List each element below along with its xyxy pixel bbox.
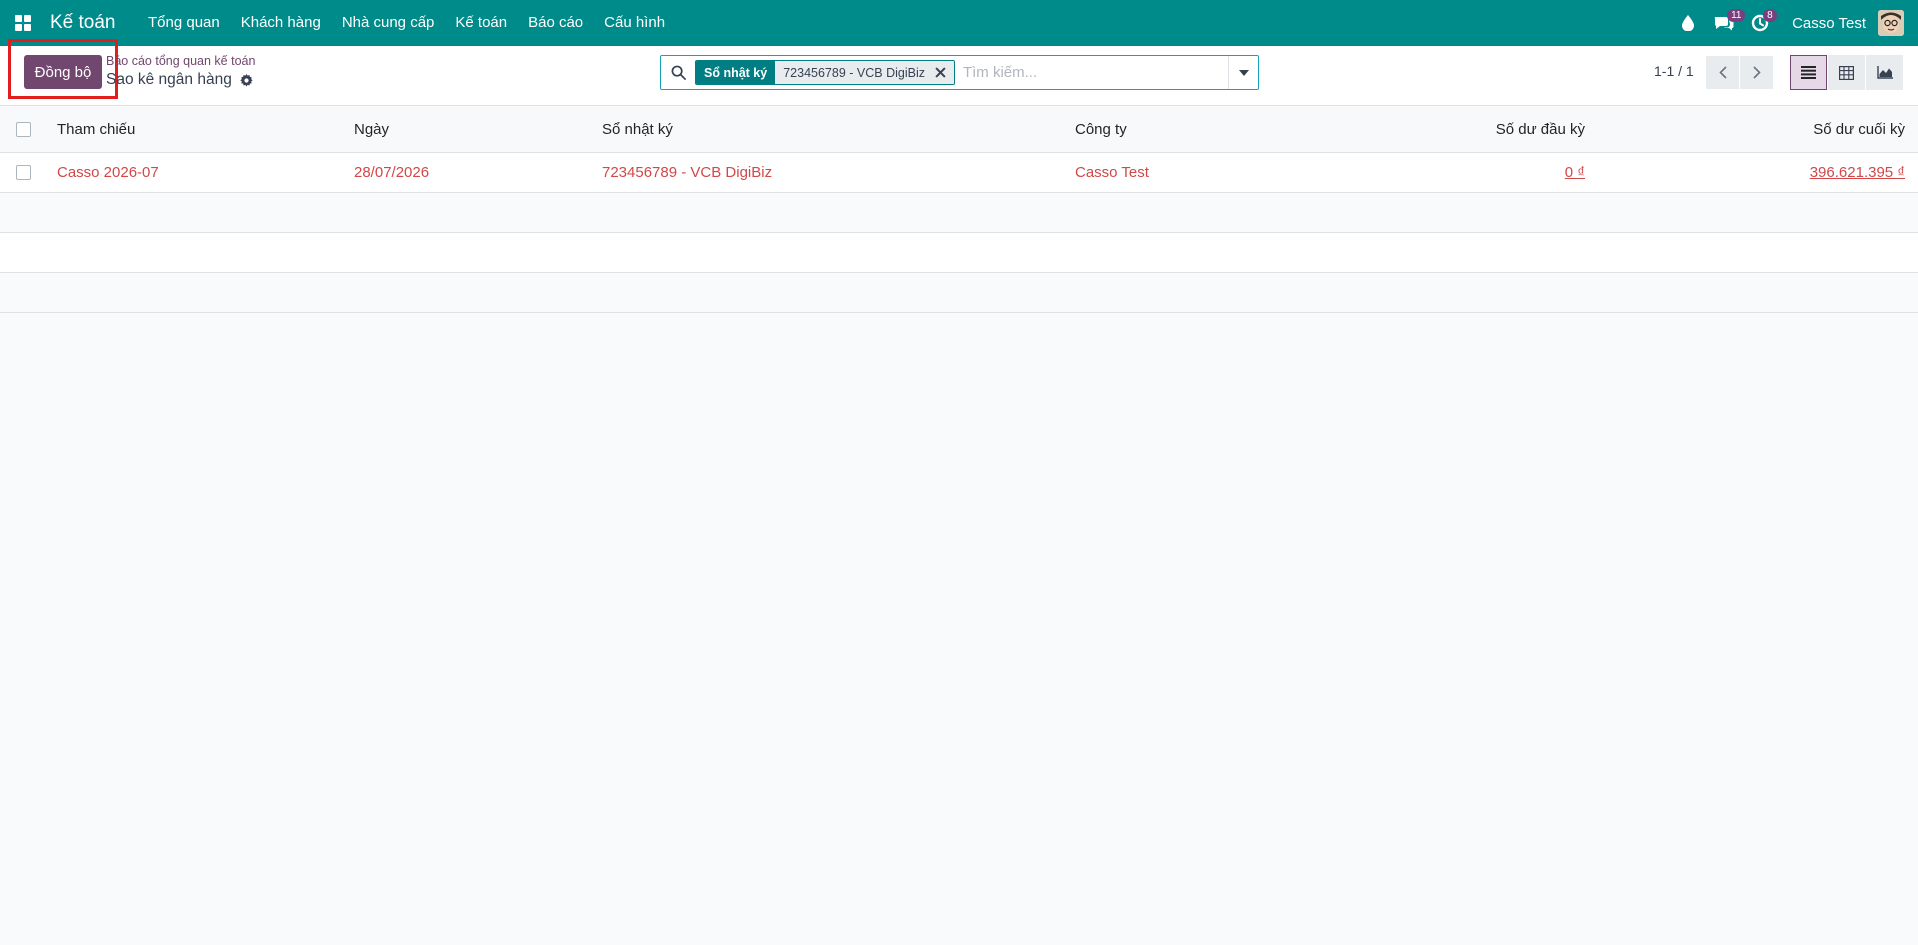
table-header-row: Tham chiếu Ngày Sổ nhật ký Công ty Số dư… [0, 106, 1918, 153]
activities-count-badge: 8 [1763, 9, 1777, 22]
cell-date[interactable]: 28/07/2026 [354, 153, 429, 192]
empty-row [0, 273, 1918, 313]
apps-grid-icon [15, 15, 31, 31]
table-grid-icon [1839, 65, 1854, 80]
select-all-cell [16, 106, 31, 152]
chevron-left-icon [1718, 66, 1727, 79]
list-view-button[interactable] [1790, 55, 1827, 90]
menu-item-overview[interactable]: Tổng quan [138, 0, 231, 46]
column-header-closing-balance[interactable]: Số dư cuối kỳ [1620, 106, 1905, 152]
search-icon [661, 65, 695, 80]
caret-down-icon [1238, 69, 1249, 76]
facet-value: 723456789 - VCB DigiBiz [775, 61, 954, 84]
control-panel: Đồng bộ Báo cáo tổng quan kế toán Sao kê… [0, 39, 1918, 106]
main-menu: Tổng quan Khách hàng Nhà cung cấp Kế toá… [138, 0, 676, 46]
table-row[interactable]: Casso 2026-07 28/07/2026 723456789 - VCB… [0, 153, 1918, 193]
search-facet-journal: Sổ nhật ký 723456789 - VCB DigiBiz [695, 60, 955, 85]
messages-button[interactable]: 11 [1706, 0, 1746, 46]
pager-value[interactable]: 1-1 / 1 [1654, 63, 1694, 79]
cell-closing-balance[interactable]: 396.621.395 ₫ [1810, 164, 1905, 181]
pager-buttons [1706, 56, 1773, 89]
select-all-checkbox[interactable] [16, 121, 31, 137]
empty-row [0, 193, 1918, 233]
row-checkbox[interactable] [16, 165, 31, 180]
search-bar: Sổ nhật ký 723456789 - VCB DigiBiz [660, 55, 1259, 90]
page-title-text: Sao kê ngân hàng [106, 71, 232, 88]
avatar-face-icon [1878, 10, 1904, 36]
column-header-journal[interactable]: Sổ nhật ký [602, 106, 673, 152]
cell-closing-balance-wrap: 396.621.395 ₫ [1620, 153, 1905, 192]
actions-gear-button[interactable] [240, 73, 253, 87]
view-switcher [1790, 55, 1903, 90]
list-icon [1801, 66, 1816, 79]
facet-label: Sổ nhật ký [696, 61, 776, 84]
pager-previous-button[interactable] [1706, 56, 1739, 89]
column-header-reference[interactable]: Tham chiếu [57, 106, 135, 152]
droplet-icon [1682, 15, 1695, 31]
cell-opening-balance[interactable]: 0 ₫ [1565, 164, 1585, 181]
menu-item-reporting[interactable]: Báo cáo [518, 0, 594, 46]
apps-menu-button[interactable] [0, 0, 46, 46]
cell-opening-balance-wrap: 0 ₫ [1320, 153, 1585, 192]
activities-button[interactable]: 8 [1742, 0, 1778, 46]
facet-remove-button[interactable] [935, 67, 946, 78]
column-header-date[interactable]: Ngày [354, 106, 389, 152]
pivot-view-button[interactable] [1828, 55, 1865, 90]
column-header-company[interactable]: Công ty [1075, 106, 1127, 152]
search-options-toggle[interactable] [1228, 56, 1258, 89]
page-title: Sao kê ngân hàng [106, 71, 253, 89]
navbar-systray: 11 8 Casso Test [1670, 0, 1918, 46]
close-icon [935, 67, 946, 78]
search-input[interactable] [962, 64, 1228, 81]
menu-item-customers[interactable]: Khách hàng [230, 0, 331, 46]
area-chart-icon [1876, 66, 1893, 79]
bank-statements-table: Tham chiếu Ngày Sổ nhật ký Công ty Số dư… [0, 106, 1918, 313]
gear-icon [240, 73, 253, 87]
user-avatar[interactable] [1878, 10, 1904, 36]
user-menu-name[interactable]: Casso Test [1792, 15, 1866, 32]
menu-item-configuration[interactable]: Cấu hình [594, 0, 676, 46]
row-select-cell [16, 153, 31, 192]
app-name[interactable]: Kế toán [50, 12, 116, 34]
breadcrumb-parent-link[interactable]: Báo cáo tổng quan kế toán [106, 54, 255, 68]
menu-item-vendors[interactable]: Nhà cung cấp [331, 0, 445, 46]
droplet-button[interactable] [1670, 0, 1706, 46]
cell-reference[interactable]: Casso 2026-07 [57, 153, 159, 192]
column-header-opening-balance[interactable]: Số dư đầu kỳ [1320, 106, 1585, 152]
menu-item-accounting[interactable]: Kế toán [445, 0, 518, 46]
empty-row [0, 233, 1918, 273]
cell-company[interactable]: Casso Test [1075, 153, 1149, 192]
facet-value-text: 723456789 - VCB DigiBiz [783, 65, 925, 80]
top-navbar: Kế toán Tổng quan Khách hàng Nhà cung cấ… [0, 0, 1918, 46]
pager-next-button[interactable] [1740, 56, 1773, 89]
cell-journal[interactable]: 723456789 - VCB DigiBiz [602, 153, 772, 192]
graph-view-button[interactable] [1866, 55, 1903, 90]
sync-button[interactable]: Đồng bộ [24, 55, 102, 89]
chevron-right-icon [1752, 66, 1761, 79]
